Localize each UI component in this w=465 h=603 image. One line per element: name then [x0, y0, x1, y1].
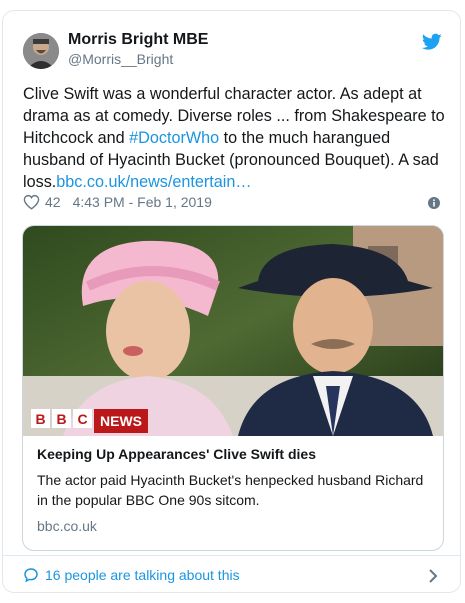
like-count[interactable]: 42 [45, 194, 61, 210]
bbc-logo-news: NEWS [94, 409, 148, 433]
twitter-bird-icon[interactable] [422, 33, 442, 51]
tweet-text: Clive Swift was a wonderful character ac… [23, 83, 448, 193]
avatar[interactable] [23, 33, 59, 69]
bbc-logo-letter: C [73, 409, 92, 428]
conversation-link[interactable]: 16 people are talking about this [23, 564, 443, 586]
heart-icon[interactable] [23, 194, 40, 210]
info-icon[interactable] [428, 197, 440, 209]
author-handle[interactable]: @Morris__Bright [68, 51, 173, 67]
card-description: The actor paid Hyacinth Bucket's henpeck… [37, 472, 424, 508]
tweet-embed: Morris Bright MBE @Morris__Bright Clive … [2, 10, 461, 593]
bbc-news-logo: B B C NEWS [31, 409, 148, 433]
bbc-logo-letter: B [31, 409, 50, 428]
card-body: Keeping Up Appearances' Clive Swift dies… [37, 446, 427, 534]
article-link[interactable]: bbc.co.uk/news/entertain… [56, 173, 251, 191]
speech-bubble-icon [24, 568, 38, 583]
divider [3, 555, 460, 556]
chevron-right-icon[interactable] [428, 569, 438, 583]
card-title[interactable]: Keeping Up Appearances' Clive Swift dies [37, 446, 427, 462]
tweet-meta: 42 4:43 PM - Feb 1, 2019 [23, 194, 212, 210]
card-domain: bbc.co.uk [37, 518, 97, 534]
avatar-image [23, 33, 59, 69]
timestamp[interactable]: 4:43 PM - Feb 1, 2019 [73, 194, 212, 210]
article-image [23, 226, 443, 436]
link-card[interactable]: B B C NEWS Keeping Up Appearances' Clive… [22, 225, 444, 551]
hashtag-link[interactable]: #DoctorWho [129, 129, 219, 147]
author-name[interactable]: Morris Bright MBE [68, 31, 208, 49]
talking-count[interactable]: 16 people are talking about this [45, 567, 240, 583]
bbc-logo-letter: B [52, 409, 71, 428]
